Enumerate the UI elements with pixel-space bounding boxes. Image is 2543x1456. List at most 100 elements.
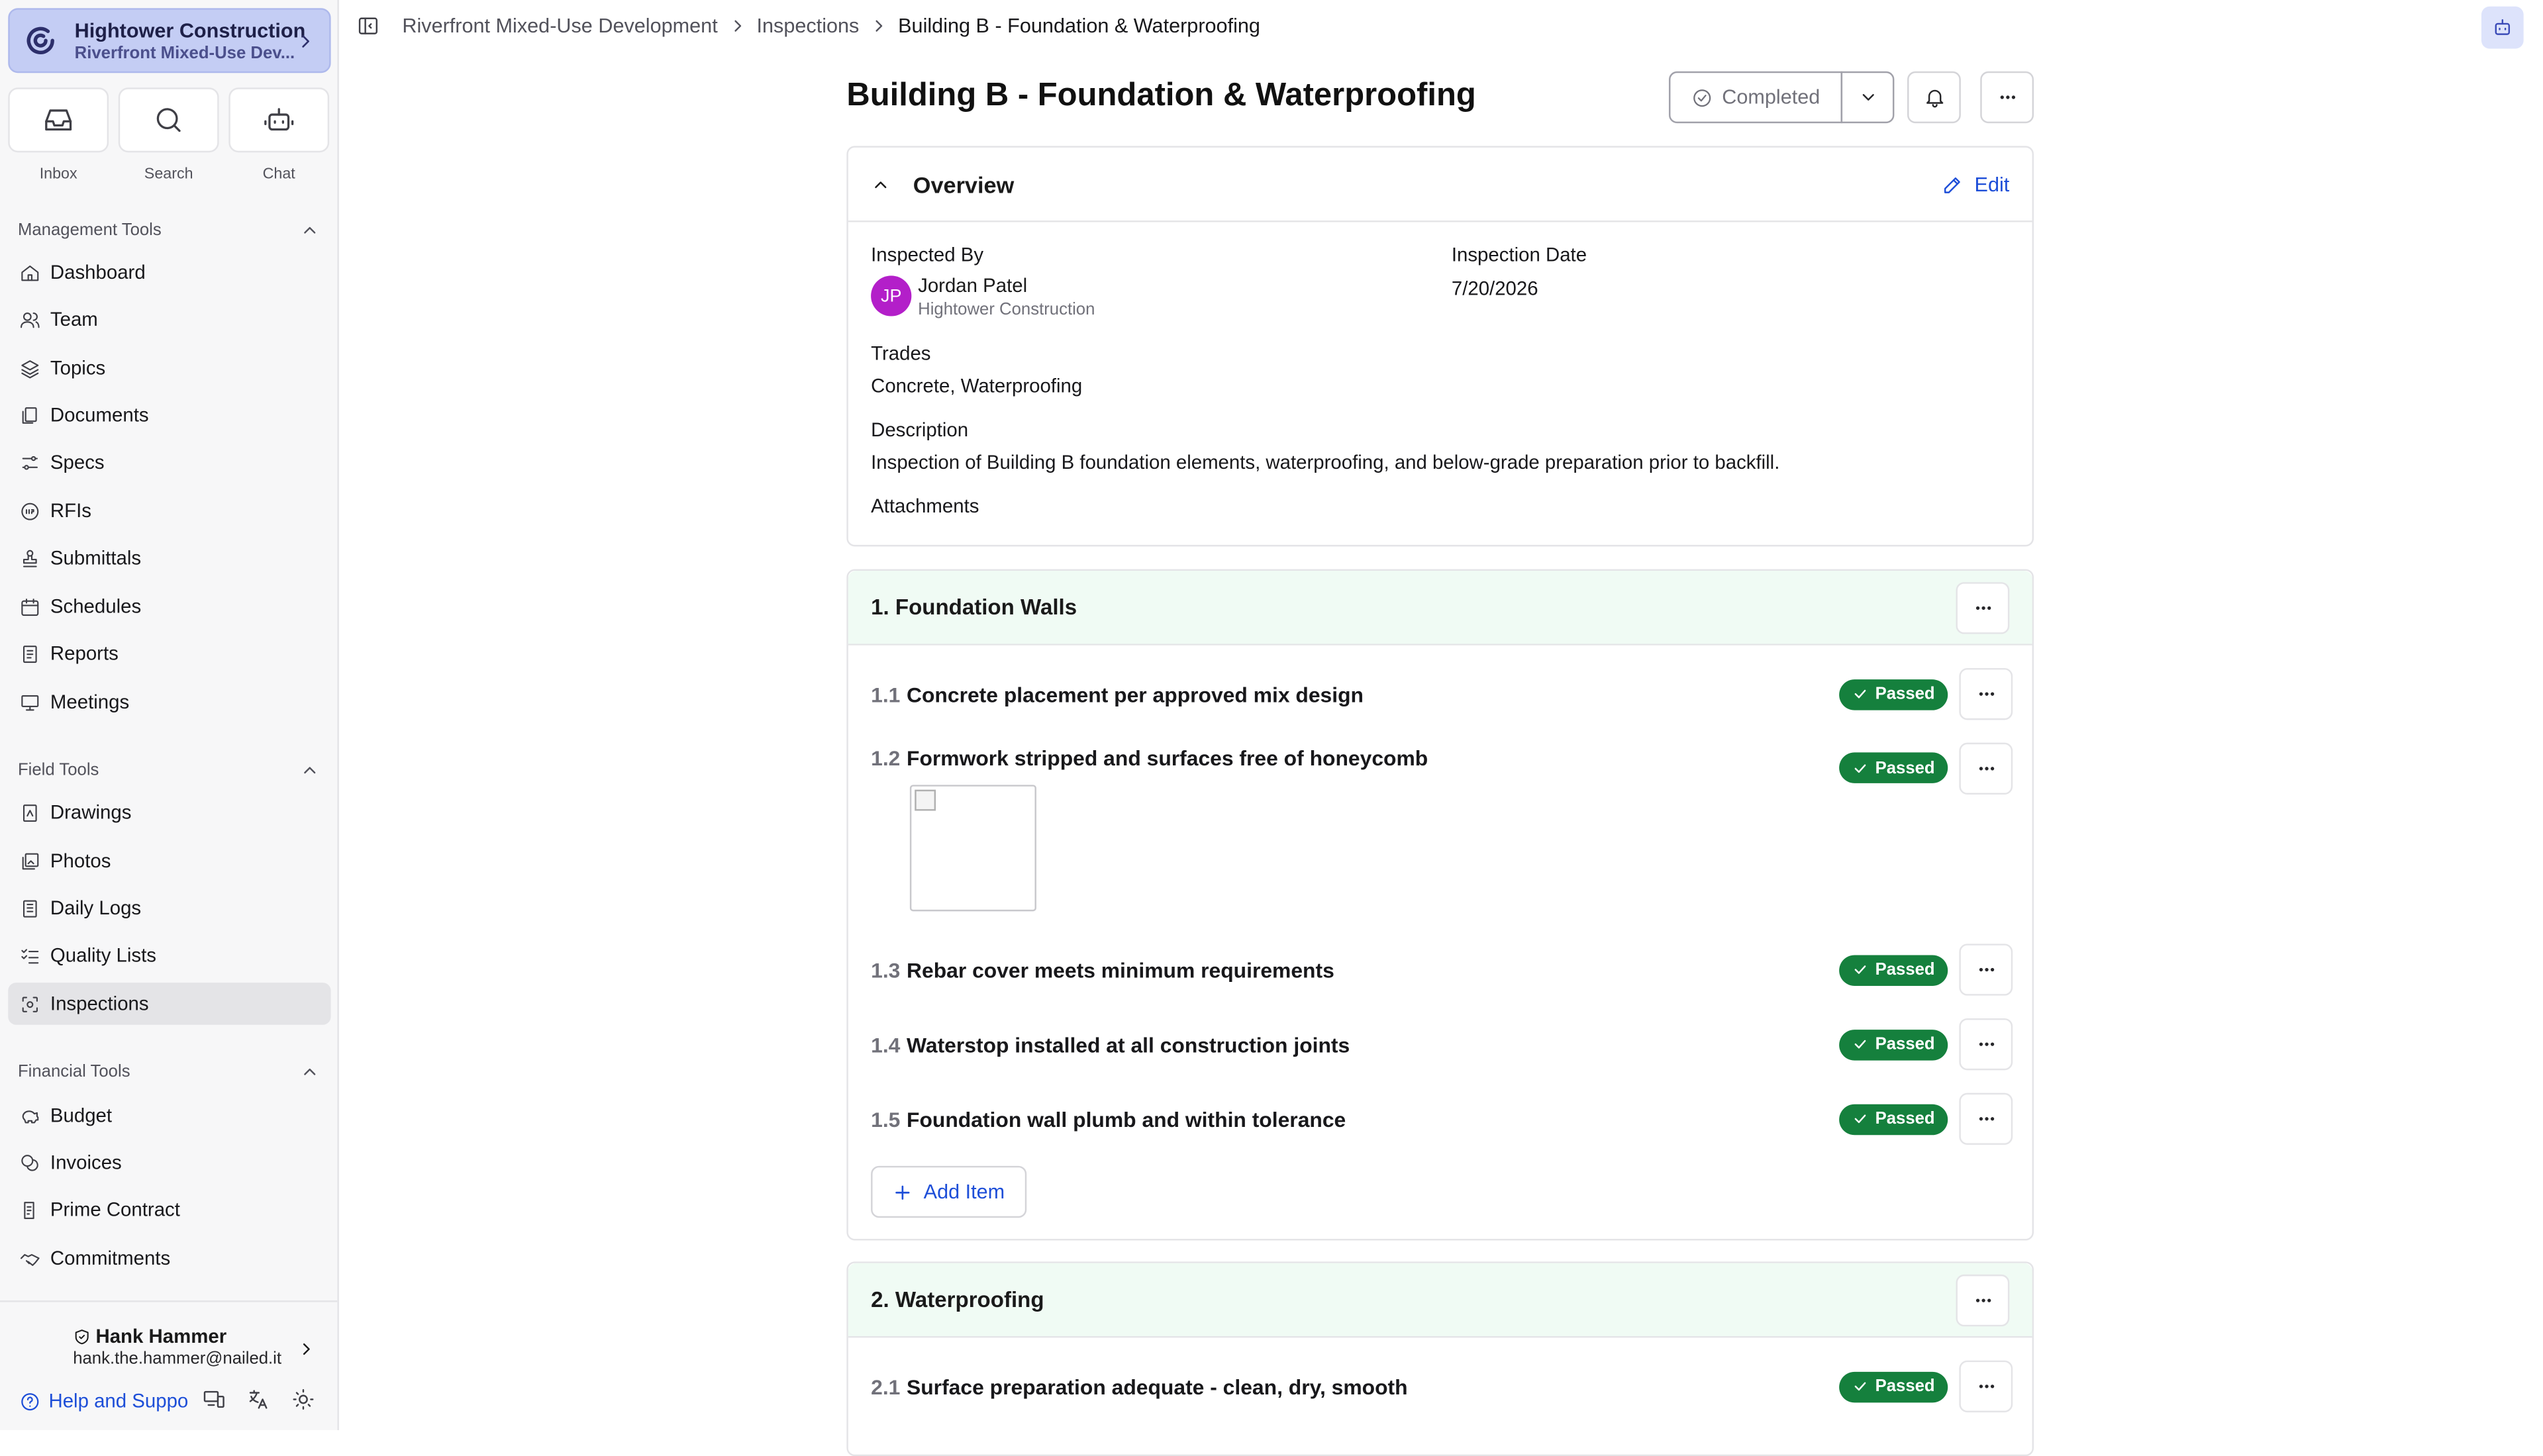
item-more-button[interactable] <box>1959 944 2013 996</box>
overview-heading: Overview <box>913 171 1015 197</box>
list-item[interactable]: 1.3 Rebar cover meets minimum requiremen… <box>871 944 2013 996</box>
page-more-button[interactable] <box>1980 71 2034 124</box>
pencil-icon <box>1942 173 1965 195</box>
field-tools-header[interactable]: Field Tools <box>18 761 320 780</box>
photo-thumbnail[interactable] <box>909 785 1036 912</box>
log-icon <box>18 898 40 919</box>
item-more-button[interactable] <box>1959 1092 2013 1145</box>
sidebar-item-drawings[interactable]: Drawings <box>8 791 330 834</box>
item-more-button[interactable] <box>1959 1360 2013 1413</box>
item-number: 1.2 <box>871 746 901 771</box>
status-dropdown-button[interactable] <box>1840 71 1895 124</box>
contract-icon <box>18 1199 40 1220</box>
translate-icon[interactable] <box>246 1388 269 1410</box>
org-switcher[interactable]: Hightower Construction Riverfront Mixed-… <box>8 8 331 73</box>
item-more-button[interactable] <box>1959 1018 2013 1071</box>
breadcrumb-inspections[interactable]: Inspections <box>756 15 859 37</box>
status-badge: Passed <box>1839 954 1948 985</box>
bot-icon <box>263 104 295 136</box>
sidebar-item-quality-lists[interactable]: Quality Lists <box>8 934 330 977</box>
chevron-right-icon <box>869 16 888 35</box>
item-text: Surface preparation adequate - clean, dr… <box>906 1374 1408 1399</box>
status-badge: Passed <box>1839 1028 1948 1060</box>
user-area: Hank Hammer hank.the.hammer@nailed.it He… <box>0 1300 338 1431</box>
chat-button[interactable] <box>228 87 330 153</box>
plus-icon <box>893 1181 914 1202</box>
breadcrumb: Riverfront Mixed-Use Development Inspect… <box>402 15 1260 37</box>
list-item[interactable]: 1.5 Foundation wall plumb and within tol… <box>871 1092 2013 1145</box>
sidebar-item-documents[interactable]: Documents <box>8 394 330 436</box>
more-horizontal-icon <box>1975 1108 1997 1130</box>
section-more-button[interactable] <box>1956 581 2010 634</box>
theme-icon[interactable] <box>292 1388 315 1410</box>
section-title: 1. Foundation Walls <box>871 595 1077 620</box>
sidebar-item-invoices[interactable]: Invoices <box>8 1141 330 1184</box>
search-button[interactable] <box>118 87 219 153</box>
stamp-icon <box>18 548 40 569</box>
users-icon <box>18 309 40 330</box>
chat-label: Chat <box>262 165 295 183</box>
sidebar-item-team[interactable]: Team <box>8 299 330 341</box>
inspected-by-label: Inspected By <box>871 243 984 266</box>
handshake-icon <box>18 1248 40 1269</box>
section-more-button[interactable] <box>1956 1273 2010 1326</box>
sidebar-item-reports[interactable]: Reports <box>8 632 330 675</box>
management-tools-header[interactable]: Management Tools <box>18 220 320 240</box>
sidebar-toggle-icon[interactable] <box>357 15 379 37</box>
item-number: 2.1 <box>871 1374 901 1399</box>
list-item[interactable]: 1.2 Formwork stripped and surfaces free … <box>871 742 2013 795</box>
sidebar-item-daily-logs[interactable]: Daily Logs <box>8 887 330 930</box>
sidebar-item-budget[interactable]: Budget <box>8 1094 330 1137</box>
more-horizontal-icon <box>1975 958 1997 981</box>
inbox-button[interactable] <box>8 87 109 153</box>
sidebar-item-label: Inspections <box>50 992 149 1016</box>
item-more-button[interactable] <box>1959 742 2013 795</box>
avatar: JP <box>871 275 912 316</box>
sidebar-item-rfis[interactable]: RFIs <box>8 490 330 532</box>
chevron-up-icon[interactable] <box>871 174 890 193</box>
edit-button[interactable]: Edit <box>1942 172 2010 196</box>
edit-label: Edit <box>1974 172 2010 196</box>
help-link[interactable]: Help and Suppo <box>19 1390 188 1412</box>
status-badge-label: Passed <box>1875 1034 1935 1054</box>
list-item[interactable]: 1.1 Concrete placement per approved mix … <box>871 667 2013 720</box>
inbox-label: Inbox <box>39 165 77 183</box>
item-more-button[interactable] <box>1959 667 2013 720</box>
devices-icon[interactable] <box>203 1388 225 1410</box>
sidebar-item-prime-contract[interactable]: Prime Contract <box>8 1189 330 1231</box>
breadcrumb-project[interactable]: Riverfront Mixed-Use Development <box>402 15 717 37</box>
list-item[interactable]: 2.1 Surface preparation adequate - clean… <box>871 1360 2013 1413</box>
more-horizontal-icon <box>1975 683 1997 705</box>
sidebar-item-commitments[interactable]: Commitments <box>8 1238 330 1280</box>
sidebar-item-label: Submittals <box>50 546 142 569</box>
list-item[interactable]: 1.4 Waterstop installed at all construct… <box>871 1018 2013 1071</box>
sidebar-item-specs[interactable]: Specs <box>8 441 330 483</box>
status-button[interactable]: Completed <box>1669 71 1843 124</box>
inbox-icon <box>42 104 75 136</box>
sidebar-item-label: Quality Lists <box>50 944 156 967</box>
notifications-button[interactable] <box>1907 71 1961 124</box>
inspector-name: Jordan Patel <box>918 273 1028 297</box>
piggy-bank-icon <box>18 1105 40 1126</box>
user-menu[interactable]: Hank Hammer hank.the.hammer@nailed.it <box>73 1325 316 1369</box>
search-label: Search <box>144 165 193 183</box>
sidebar-item-topics[interactable]: Topics <box>8 347 330 389</box>
sidebar-item-dashboard[interactable]: Dashboard <box>8 252 330 294</box>
status-badge: Passed <box>1839 1103 1948 1135</box>
assistant-button[interactable] <box>2481 6 2524 49</box>
image-icon <box>18 851 40 872</box>
check-icon <box>1852 1036 1868 1052</box>
sidebar-item-schedules[interactable]: Schedules <box>8 585 330 628</box>
add-item-label: Add Item <box>923 1180 1005 1204</box>
financial-tools-header[interactable]: Financial Tools <box>18 1062 320 1081</box>
sidebar-item-inspections[interactable]: Inspections <box>8 983 331 1025</box>
check-icon <box>1852 759 1868 775</box>
sidebar-item-meetings[interactable]: Meetings <box>8 681 330 724</box>
chevron-right-icon <box>295 30 317 51</box>
inspection-date-label: Inspection Date <box>1451 243 1587 266</box>
sidebar-item-submittals[interactable]: Submittals <box>8 537 330 579</box>
sidebar-item-photos[interactable]: Photos <box>8 840 330 883</box>
add-item-button[interactable]: Add Item <box>871 1165 1027 1218</box>
sidebar-item-label: Team <box>50 308 98 331</box>
help-label: Help and Suppo <box>48 1389 189 1413</box>
